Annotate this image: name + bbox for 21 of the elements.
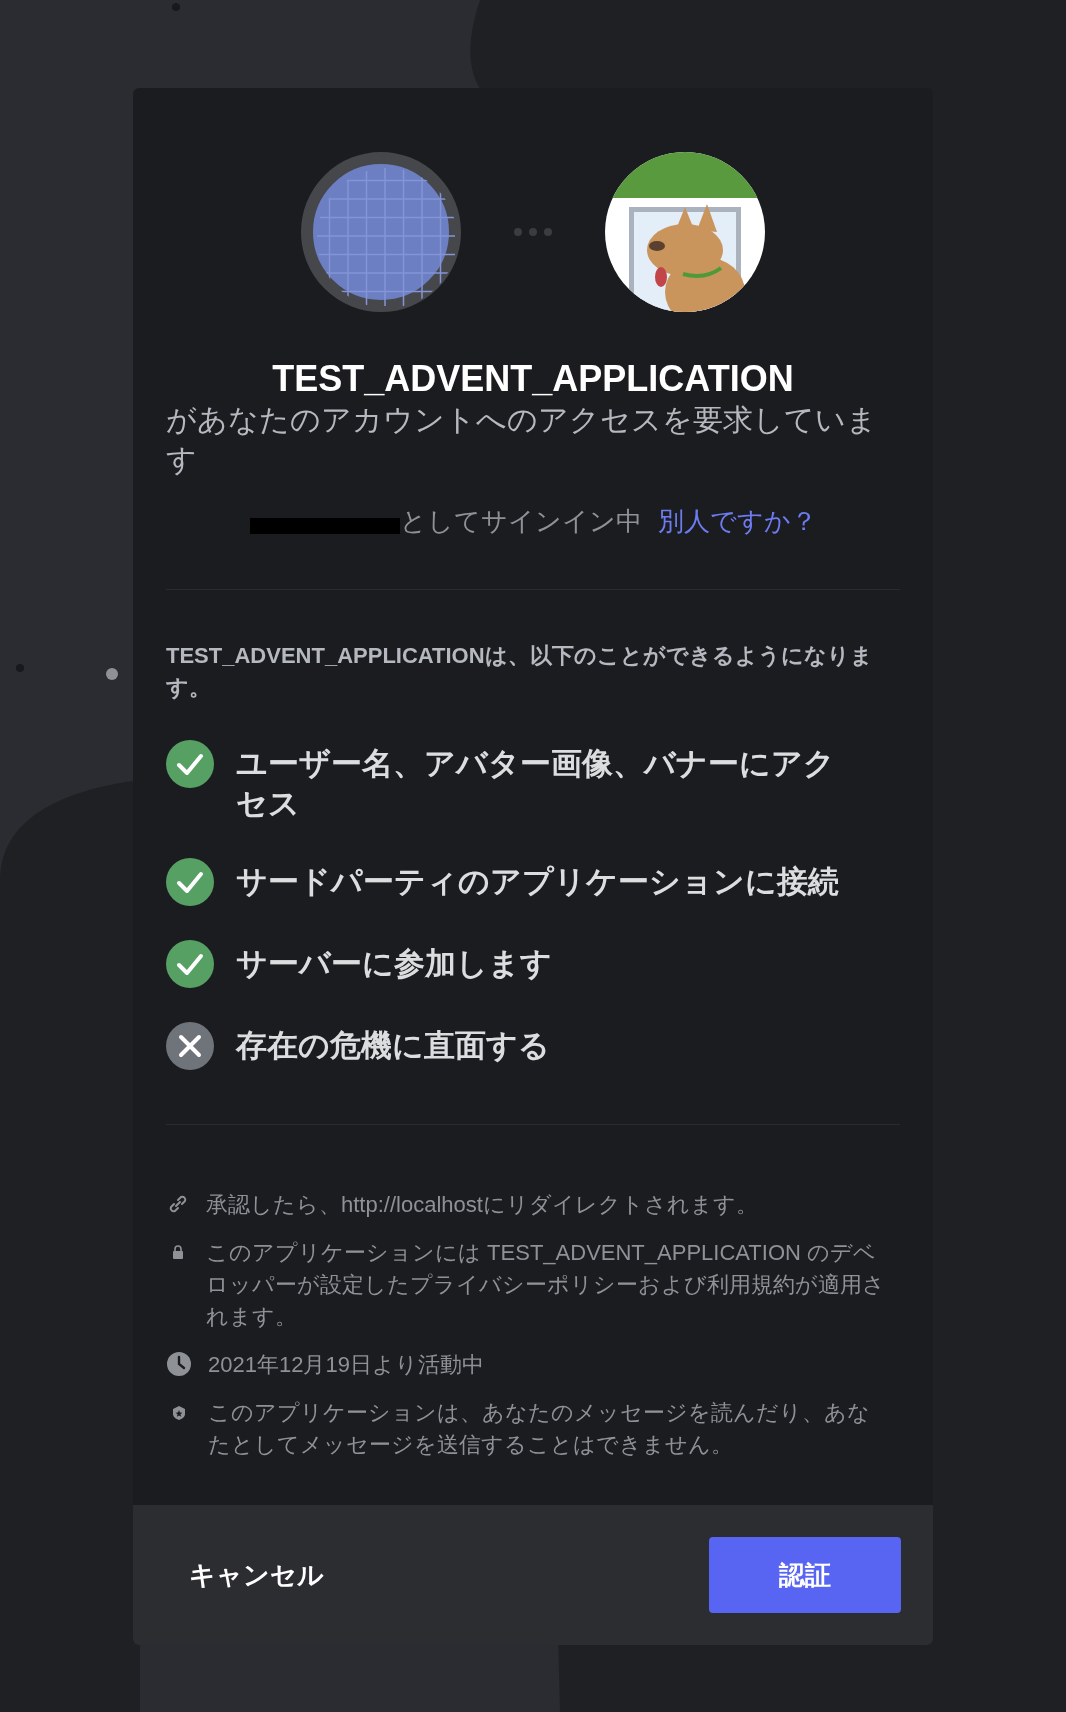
permission-text: サーバーに参加します (236, 945, 552, 983)
permission-text: ユーザー名、アバター画像、バナーにアクセス (236, 745, 836, 823)
info-text: このアプリケーションは、あなたのメッセージを読んだり、あなたとしてメッセージを送信することはできません。 (208, 1399, 871, 1459)
signed-in-text: としてサインイン中 (399, 505, 642, 538)
dots-icon (513, 227, 553, 237)
permission-text: 存在の危機に直面する (236, 1027, 550, 1065)
info-text: 承認したら、http://localhostにリダイレクトされます。 (206, 1191, 758, 1219)
request-text: があなたのアカウントへのアクセスを要求しています (166, 402, 878, 478)
switch-account-link[interactable]: 別人ですか？ (657, 502, 817, 541)
authorize-button[interactable]: 認証 (709, 1537, 901, 1613)
lock-icon (172, 1245, 184, 1259)
app-name: TEST_ADVENT_APPLICATION (271, 358, 795, 400)
permissions-heading: TEST_ADVENT_APPLICATIONは、以下のことができるようになります。 (166, 642, 874, 702)
cancel-button[interactable]: キャンセル (165, 1539, 348, 1611)
permission-text: サードパーティのアプリケーションに接続 (236, 863, 839, 901)
info-text: 2021年12月19日より活動中 (208, 1351, 484, 1379)
shield-icon (172, 1405, 186, 1421)
dot-icon (106, 668, 118, 680)
avatar-grid-icon (301, 152, 461, 312)
clock-icon (166, 1351, 192, 1377)
info-text: このアプリケーションには TEST_ADVENT_APPLICATION のデベロッパーが設定したプライバシーポリシーおよび利用規約が適用されます。 (206, 1239, 886, 1331)
